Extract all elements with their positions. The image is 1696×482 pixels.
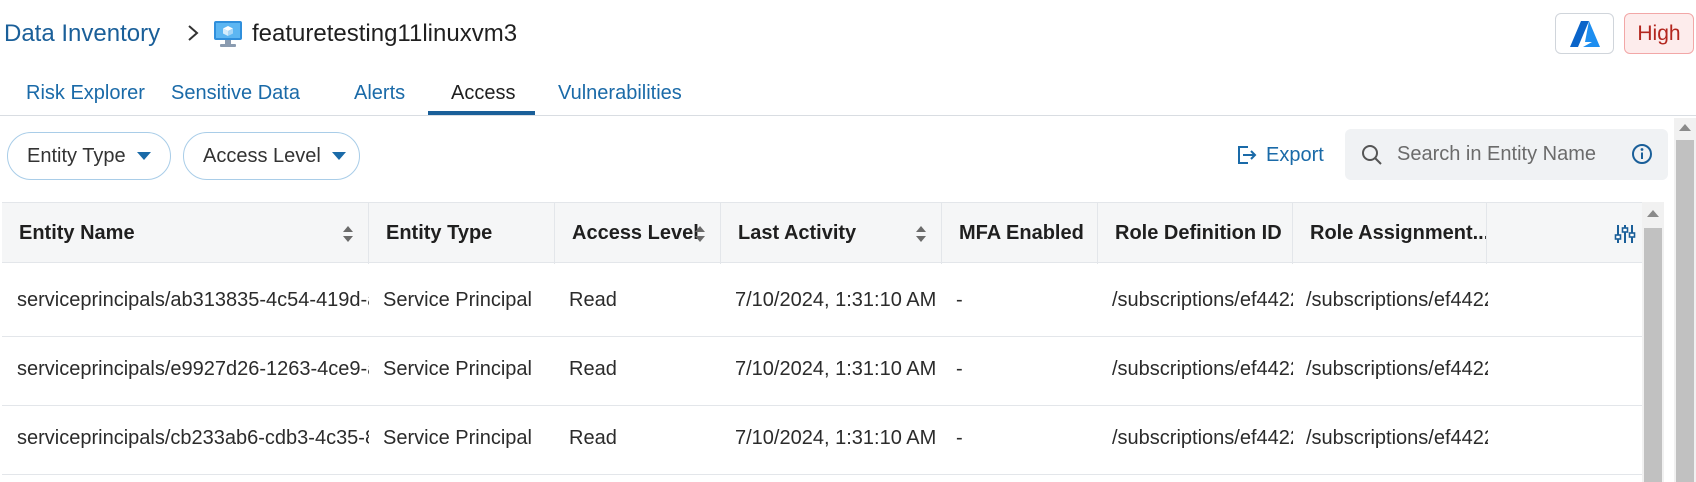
tab-vulnerabilities[interactable]: Vulnerabilities — [558, 82, 682, 105]
entity-type-filter[interactable]: Entity Type — [7, 132, 171, 180]
export-label: Export — [1266, 143, 1324, 166]
cell-entity-type: Service Principal — [383, 289, 532, 311]
page-scrollbar[interactable] — [1674, 118, 1696, 482]
column-label: Role Assignment... — [1310, 222, 1487, 244]
column-label: Role Definition ID — [1115, 222, 1282, 244]
export-icon — [1238, 146, 1257, 164]
column-header-entity-name[interactable]: Entity Name — [2, 203, 369, 264]
cell-role-definition-id: /subscriptions/ef44226 — [1112, 427, 1293, 449]
tab-alerts[interactable]: Alerts — [354, 82, 405, 105]
cell-last-activity: 7/10/2024, 1:31:10 AM — [735, 358, 937, 380]
cell-mfa-enabled: - — [956, 289, 963, 311]
info-icon[interactable] — [1631, 143, 1653, 165]
cell-entity-name: serviceprincipals/cb233ab6-cdb3-4c35-8d7… — [17, 427, 369, 449]
tab-sensitive-data[interactable]: Sensitive Data — [171, 82, 300, 105]
cell-last-activity: 7/10/2024, 1:31:10 AM — [735, 427, 937, 449]
scrollbar-thumb[interactable] — [1676, 140, 1694, 482]
scroll-up-arrow-icon[interactable] — [1679, 124, 1691, 131]
column-label: Access Level — [572, 222, 699, 244]
access-table: Entity Name Entity Type Access Level Las… — [2, 202, 1642, 482]
tab-access[interactable]: Access — [451, 82, 515, 105]
entity-type-filter-label: Entity Type — [27, 144, 126, 167]
table-row[interactable]: serviceprincipals/cb233ab6-cdb3-4c35-8d7… — [2, 402, 1642, 475]
table-header: Entity Name Entity Type Access Level Las… — [2, 202, 1642, 264]
column-header-entity-type[interactable]: Entity Type — [369, 203, 555, 264]
column-header-mfa-enabled[interactable]: MFA Enabled — [942, 203, 1098, 264]
cell-role-definition-id: /subscriptions/ef44226 — [1112, 358, 1293, 380]
column-label: Entity Type — [386, 222, 493, 244]
tab-risk-explorer[interactable]: Risk Explorer — [26, 82, 145, 105]
cell-last-activity: 7/10/2024, 1:31:10 AM — [735, 289, 937, 311]
caret-down-icon — [136, 152, 151, 160]
sort-icon[interactable] — [694, 225, 706, 243]
breadcrumb-current-resource: featuretesting11linuxvm3 — [252, 20, 518, 47]
column-label: Last Activity — [738, 222, 857, 244]
sort-icon[interactable] — [915, 225, 927, 243]
scroll-up-arrow-icon[interactable] — [1647, 210, 1659, 217]
column-header-role-definition-id[interactable]: Role Definition ID — [1098, 203, 1293, 264]
page-header: Data Inventory featuretesting11linuxvm3 … — [0, 0, 1696, 70]
search-input[interactable] — [1397, 139, 1617, 169]
cell-entity-name: serviceprincipals/ab313835-4c54-419d-ab1… — [17, 289, 369, 311]
tab-bar: Risk Explorer Sensitive Data Alerts Acce… — [0, 72, 1696, 116]
scrollbar-thumb[interactable] — [1644, 228, 1662, 482]
table-row[interactable]: serviceprincipals/ab313835-4c54-419d-ab1… — [2, 264, 1642, 337]
access-level-filter-label: Access Level — [203, 144, 321, 167]
virtual-machine-icon — [214, 21, 242, 47]
search-icon — [1362, 145, 1382, 165]
cell-entity-name: serviceprincipals/e9927d26-1263-4ce9-a04… — [17, 358, 369, 380]
cell-entity-type: Service Principal — [383, 427, 532, 449]
cell-role-assignment: /subscriptions/ef44226 — [1306, 358, 1488, 380]
cell-mfa-enabled: - — [956, 427, 963, 449]
azure-cloud-button[interactable] — [1555, 13, 1614, 54]
chevron-right-icon — [188, 25, 199, 41]
risk-level-badge: High — [1624, 13, 1694, 54]
caret-down-icon — [331, 152, 346, 160]
cell-access-level: Read — [569, 358, 617, 380]
azure-logo-icon — [1569, 20, 1600, 47]
column-header-last-activity[interactable]: Last Activity — [721, 203, 942, 264]
access-level-filter[interactable]: Access Level — [183, 132, 360, 180]
active-tab-indicator — [428, 111, 535, 115]
cell-access-level: Read — [569, 289, 617, 311]
column-header-access-level[interactable]: Access Level — [555, 203, 721, 264]
column-label: Entity Name — [19, 222, 135, 244]
breadcrumb-data-inventory[interactable]: Data Inventory — [4, 20, 160, 48]
cell-mfa-enabled: - — [956, 358, 963, 380]
export-button[interactable]: Export — [1234, 141, 1324, 169]
column-label: MFA Enabled — [959, 222, 1084, 244]
cell-role-assignment: /subscriptions/ef44226 — [1306, 427, 1488, 449]
table-row[interactable]: serviceprincipals/e9927d26-1263-4ce9-a04… — [2, 333, 1642, 406]
table-scrollbar[interactable] — [1642, 202, 1664, 482]
cell-entity-type: Service Principal — [383, 358, 532, 380]
sort-icon[interactable] — [342, 225, 354, 243]
column-header-role-assignment[interactable]: Role Assignment... — [1293, 203, 1487, 264]
cell-role-assignment: /subscriptions/ef44226 — [1306, 289, 1488, 311]
cell-access-level: Read — [569, 427, 617, 449]
entity-name-search[interactable] — [1345, 129, 1668, 180]
column-settings-icon[interactable] — [1613, 222, 1637, 246]
cell-role-definition-id: /subscriptions/ef44226 — [1112, 289, 1293, 311]
